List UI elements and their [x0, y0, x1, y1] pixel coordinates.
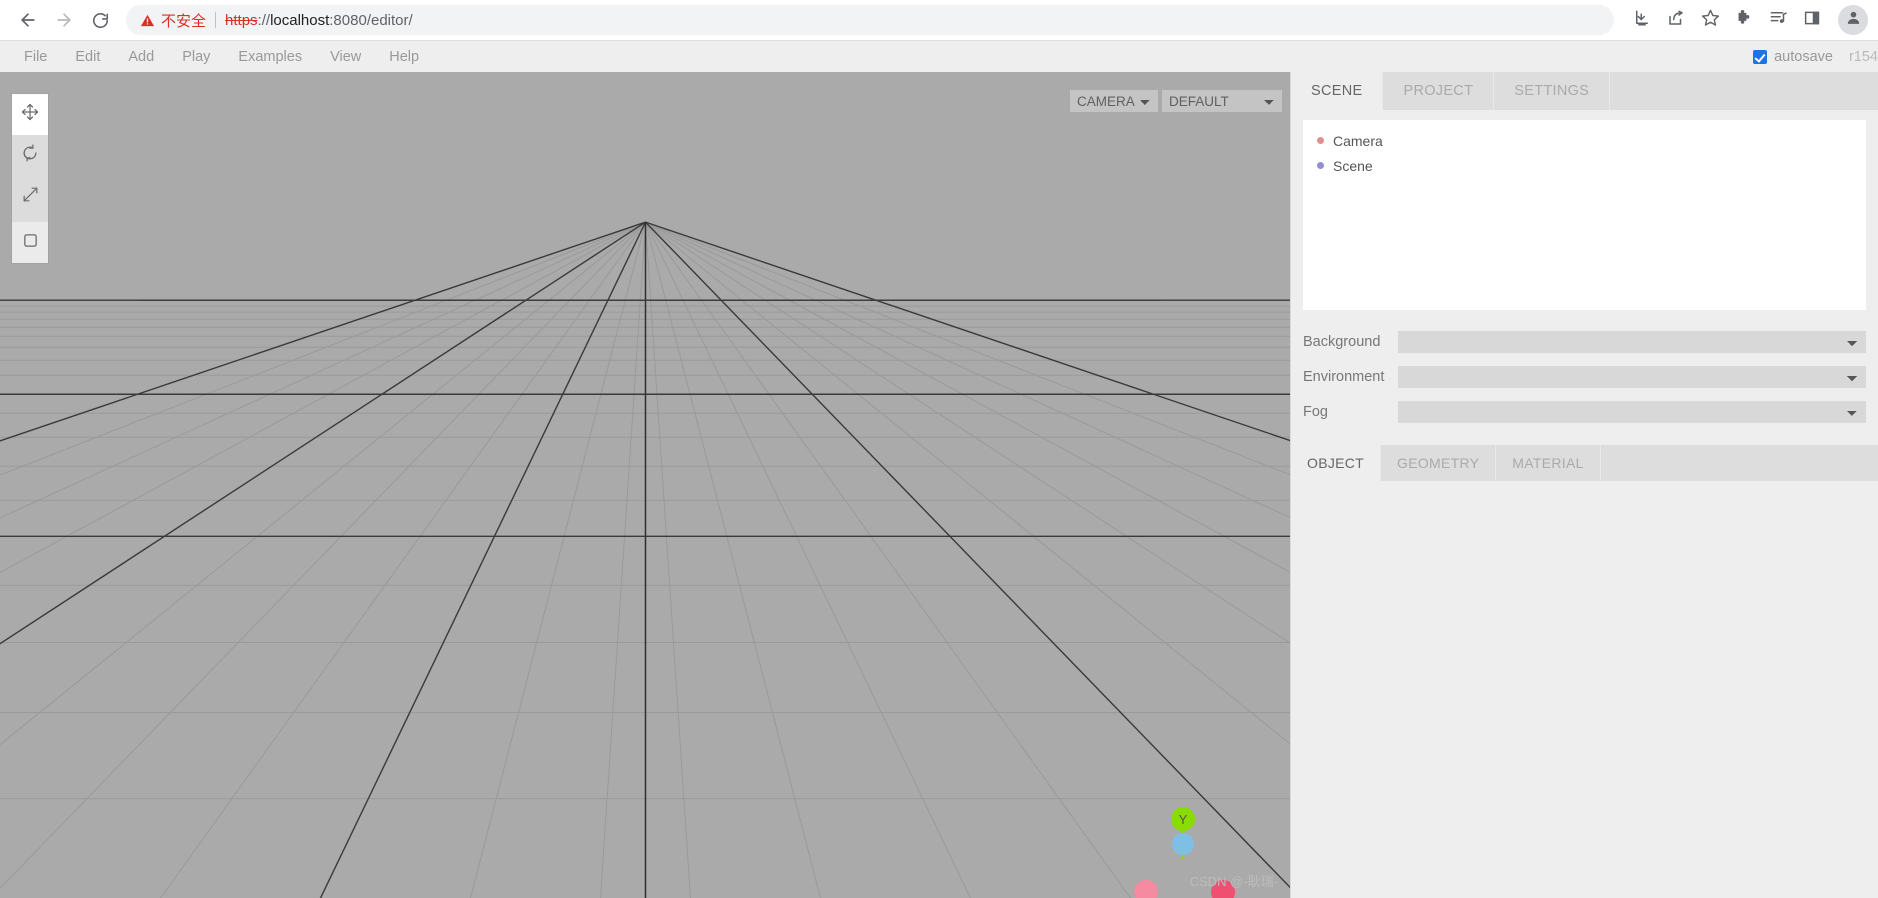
- object-properties-panel: [1291, 481, 1878, 898]
- fog-row: Fog: [1303, 394, 1866, 429]
- reading-list-button[interactable]: [1762, 4, 1794, 36]
- transform-toolbar: [12, 94, 48, 263]
- square-outline-icon: [22, 232, 39, 254]
- menu-item-file[interactable]: File: [10, 41, 61, 73]
- reading-list-icon: [1769, 8, 1788, 32]
- editor-main: CAMERA DEFAULT Y CSDN @-耿瑞- SCENE PROJEC…: [0, 72, 1878, 898]
- scale-tool-button[interactable]: [12, 176, 48, 217]
- menu-item-examples[interactable]: Examples: [224, 41, 316, 73]
- arrow-left-icon: [18, 10, 38, 30]
- editor-menubar: File Edit Add Play Examples View Help au…: [0, 40, 1878, 72]
- background-label: Background: [1303, 333, 1381, 350]
- share-button[interactable]: [1660, 4, 1692, 36]
- space-toggle-button[interactable]: [12, 222, 48, 263]
- viewport-3d[interactable]: CAMERA DEFAULT Y CSDN @-耿瑞-: [0, 72, 1290, 898]
- autosave-label: autosave: [1774, 49, 1833, 65]
- outliner-item-camera[interactable]: Camera: [1303, 128, 1866, 153]
- environment-row: Environment: [1303, 359, 1866, 394]
- viewport-grid: [0, 221, 1290, 898]
- tab-scene[interactable]: SCENE: [1291, 72, 1384, 110]
- background-row: Background: [1303, 324, 1866, 359]
- camera-type-dot: [1317, 137, 1324, 144]
- install-app-button[interactable]: [1626, 4, 1658, 36]
- camera-select[interactable]: CAMERA: [1070, 90, 1158, 112]
- fog-select[interactable]: [1398, 400, 1866, 423]
- scene-outliner[interactable]: Camera Scene: [1303, 120, 1866, 310]
- environment-label: Environment: [1303, 368, 1385, 385]
- extensions-button[interactable]: [1728, 4, 1760, 36]
- sidebar: SCENE PROJECT SETTINGS Camera Scene Back…: [1290, 72, 1878, 898]
- gizmo-y-label: Y: [1179, 812, 1188, 827]
- omnibox-divider: [215, 12, 217, 28]
- back-button[interactable]: [10, 2, 46, 38]
- profile-avatar-icon: [1845, 9, 1862, 31]
- install-app-icon: [1633, 9, 1651, 32]
- warning-triangle-icon: [140, 13, 155, 28]
- rotate-tool-button[interactable]: [12, 135, 48, 176]
- tab-material[interactable]: MATERIAL: [1496, 445, 1601, 481]
- menu-item-add[interactable]: Add: [114, 41, 168, 73]
- share-icon: [1667, 9, 1685, 32]
- gizmo-z-handle[interactable]: [1172, 833, 1194, 855]
- background-select[interactable]: [1398, 330, 1866, 353]
- security-status-text: 不安全: [161, 12, 207, 30]
- sidebar-tabs: SCENE PROJECT SETTINGS: [1291, 72, 1878, 110]
- tab-project[interactable]: PROJECT: [1383, 72, 1495, 110]
- outliner-item-label: Camera: [1333, 132, 1383, 149]
- tab-geometry[interactable]: GEOMETRY: [1381, 445, 1497, 481]
- tab-object[interactable]: OBJECT: [1291, 445, 1382, 481]
- url-separator: ://: [257, 11, 271, 29]
- menu-item-edit[interactable]: Edit: [61, 41, 114, 73]
- bookmark-star-icon: [1701, 8, 1720, 32]
- bookmark-button[interactable]: [1694, 4, 1726, 36]
- scene-type-dot: [1317, 162, 1324, 169]
- menubar-right-group: autosave r154: [1753, 41, 1878, 73]
- scene-properties: Background Environment Fog: [1291, 310, 1878, 429]
- autosave-toggle[interactable]: autosave: [1753, 49, 1833, 65]
- gizmo-negx-handle[interactable]: [1134, 880, 1158, 898]
- watermark-text: CSDN @-耿瑞-: [1189, 874, 1278, 889]
- menu-item-play[interactable]: Play: [168, 41, 224, 73]
- outliner-item-label: Scene: [1333, 157, 1373, 174]
- browser-actions: [1626, 4, 1868, 36]
- shading-select[interactable]: DEFAULT: [1162, 90, 1282, 112]
- autosave-checkbox[interactable]: [1753, 50, 1768, 64]
- menu-item-help[interactable]: Help: [375, 41, 433, 73]
- url-text: https://localhost:8080/editor/: [225, 12, 413, 29]
- reload-icon: [91, 11, 110, 30]
- forward-button[interactable]: [46, 2, 82, 38]
- url-path: /editor/: [366, 11, 413, 29]
- rotate-arrow-icon: [20, 143, 40, 168]
- extensions-puzzle-icon: [1735, 8, 1754, 32]
- omnibox[interactable]: 不安全 https://localhost:8080/editor/: [126, 5, 1614, 35]
- viewport-select-group: CAMERA DEFAULT: [1070, 90, 1282, 112]
- browser-toolbar: 不安全 https://localhost:8080/editor/: [0, 0, 1878, 40]
- version-label: r154: [1848, 49, 1878, 65]
- arrow-right-icon: [54, 10, 74, 30]
- menu-item-view[interactable]: View: [316, 41, 375, 73]
- url-host: localhost: [270, 11, 330, 29]
- side-panel-button[interactable]: [1796, 4, 1828, 36]
- object-property-tabs: OBJECT GEOMETRY MATERIAL: [1291, 445, 1878, 481]
- outliner-container: Camera Scene: [1291, 110, 1878, 310]
- move-arrows-icon: [20, 102, 40, 127]
- environment-select[interactable]: [1398, 365, 1866, 388]
- reload-button[interactable]: [82, 2, 118, 38]
- url-port: :8080: [329, 11, 367, 29]
- fog-label: Fog: [1303, 403, 1328, 420]
- side-panel-icon: [1803, 9, 1821, 32]
- url-scheme: https: [225, 11, 258, 29]
- tab-settings[interactable]: SETTINGS: [1494, 72, 1611, 110]
- translate-tool-button[interactable]: [12, 94, 48, 135]
- profile-button[interactable]: [1838, 5, 1868, 35]
- outliner-item-scene[interactable]: Scene: [1303, 153, 1866, 178]
- scale-diagonal-arrows-icon: [21, 185, 40, 209]
